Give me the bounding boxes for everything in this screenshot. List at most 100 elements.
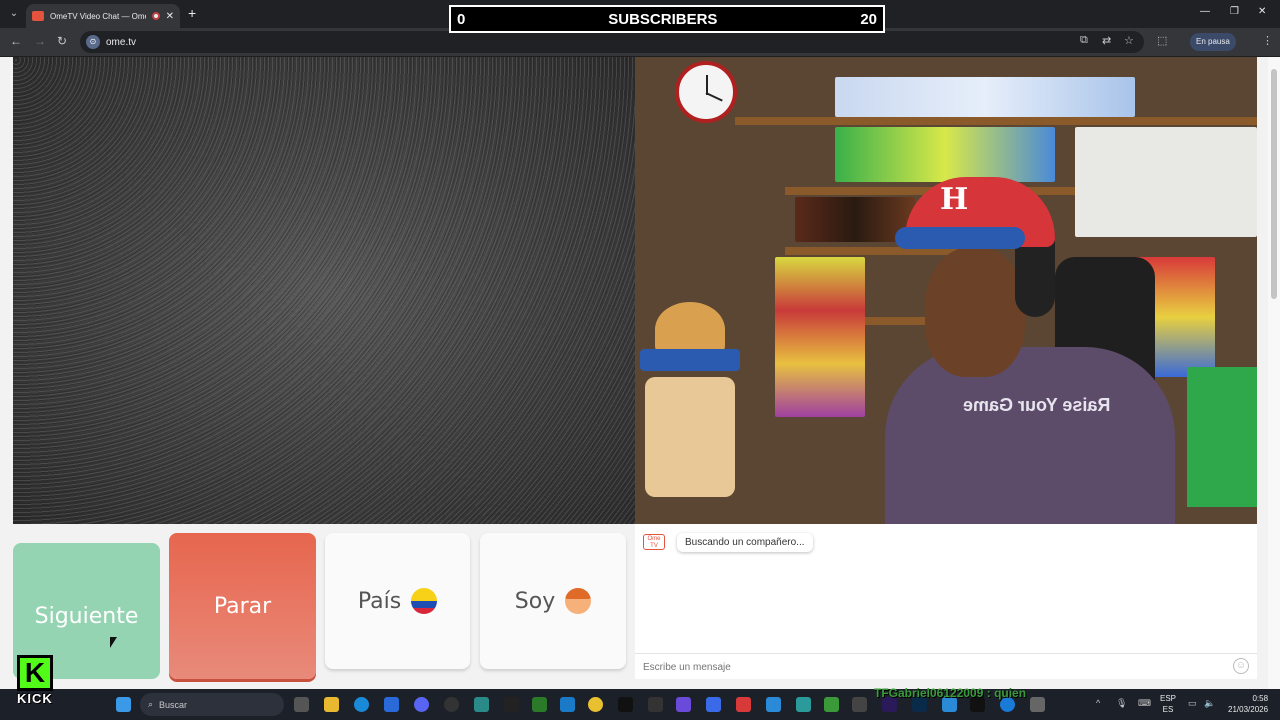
new-tab-button[interactable]: + (188, 5, 196, 21)
kick-logo: K KICK (17, 655, 59, 711)
cap-logo: H (940, 182, 969, 217)
keyboard-layout: ES (1162, 705, 1174, 714)
file-explorer-icon[interactable] (324, 697, 339, 712)
volume-icon[interactable]: 🔈 (1204, 698, 1215, 709)
kick-wordmark: KICK (17, 691, 53, 706)
microphone-icon[interactable]: 🎙 (1116, 698, 1127, 709)
discord-icon[interactable] (414, 697, 429, 712)
emoji-icon[interactable]: ☺ (1233, 658, 1249, 674)
search-icon: ⌕ (148, 699, 154, 709)
taskbar-search[interactable]: ⌕ Buscar (140, 693, 284, 716)
stop-button[interactable]: Parar (169, 533, 316, 679)
stream-chat-message: TFGabriel06122009 : quien (874, 686, 1027, 700)
country-button[interactable]: País (325, 533, 470, 669)
product-row (835, 127, 1055, 182)
recording-icon (151, 12, 160, 20)
task-view-icon[interactable] (294, 697, 309, 712)
cast-icon[interactable]: ⧉ (1080, 34, 1088, 47)
chat-panel: Ome TV Buscando un compañero... ☺ (635, 524, 1257, 679)
app-icon[interactable] (532, 697, 547, 712)
windows-taskbar: ⌕ Buscar ^ 🎙 ⌨ ESP ES ▭ 🔈 0:58 21/03/202… (0, 689, 1280, 720)
person-shirt (885, 347, 1175, 524)
gender-button[interactable]: Soy (480, 533, 626, 669)
app-icon[interactable] (796, 697, 811, 712)
message-input[interactable] (643, 658, 1213, 676)
shelf (735, 117, 1257, 125)
subscribers-label: SUBSCRIBERS (608, 10, 718, 28)
back-icon[interactable]: ← (10, 34, 22, 48)
page-scrollbar[interactable] (1268, 57, 1280, 689)
paper-rolls (1075, 127, 1257, 237)
obs-icon[interactable] (444, 697, 459, 712)
language-code: ESP (1160, 694, 1177, 703)
boy-emoji-icon (565, 588, 592, 614)
blue-tray (640, 349, 740, 371)
chat-input-bar: ☺ (635, 653, 1257, 679)
url-text: ome.tv (106, 36, 137, 48)
windows-start-icon[interactable] (116, 697, 131, 712)
taskbar-clock[interactable]: 0:58 21/03/2026 (1228, 693, 1269, 715)
language-indicator[interactable]: ESP ES (1160, 693, 1176, 715)
ometv-logo-icon: Ome TV (643, 534, 665, 550)
cookie-jar (645, 377, 735, 497)
taskbar-search-label: Buscar (159, 699, 188, 710)
subscribers-right-count: 20 (860, 10, 877, 28)
url-field[interactable]: ⊙ ome.tv (80, 31, 1144, 53)
profile-paused-button[interactable]: En pausa (1190, 33, 1236, 51)
tiktok-icon[interactable] (618, 697, 633, 712)
epic-games-icon[interactable] (504, 697, 519, 712)
app-icon[interactable] (648, 697, 663, 712)
translate-icon[interactable]: ⇄ (1102, 34, 1111, 47)
bookmark-star-icon[interactable]: ☆ (1124, 34, 1134, 47)
snack-strip (775, 257, 865, 417)
app-icon[interactable] (766, 697, 781, 712)
keyboard-icon[interactable]: ⌨ (1138, 698, 1151, 709)
kick-k-icon: K (17, 655, 53, 691)
forward-icon[interactable]: → (34, 34, 46, 48)
shirt-print: Raise Your Game (963, 395, 1111, 415)
wall-clock (675, 61, 737, 123)
self-webcam-video: Raise Your Game H (635, 57, 1257, 524)
app-icon[interactable] (706, 697, 721, 712)
partner-video-static (13, 57, 635, 524)
teams-icon[interactable] (676, 697, 691, 712)
close-window-icon[interactable]: ✕ (1258, 6, 1266, 17)
app-icon[interactable] (824, 697, 839, 712)
app-icon[interactable] (1030, 697, 1045, 712)
edge-icon[interactable] (354, 697, 369, 712)
tab-search-icon[interactable]: ⌄ (6, 6, 22, 22)
country-button-label: País (357, 588, 402, 614)
network-icon[interactable]: ▭ (1188, 698, 1197, 709)
app-icon[interactable] (736, 697, 751, 712)
reload-icon[interactable]: ↻ (57, 34, 67, 48)
clock-time: 0:58 (1252, 694, 1269, 703)
scrollbar-thumb[interactable] (1271, 69, 1277, 299)
tab-title: OmeTV Video Chat — Ome (50, 11, 146, 21)
cap-brim (895, 227, 1025, 249)
clock-date: 21/03/2026 (1228, 705, 1269, 714)
subscribers-counter: 0 SUBSCRIBERS 20 (449, 5, 885, 33)
app-icon[interactable] (474, 697, 489, 712)
video-noise (13, 57, 635, 524)
extensions-icon[interactable]: ⬚ (1157, 34, 1167, 47)
stop-button-label: Parar (213, 593, 272, 619)
store-icon[interactable] (384, 697, 399, 712)
restore-icon[interactable]: ❐ (1230, 6, 1239, 17)
next-button-label: Siguiente (34, 603, 139, 629)
gender-button-label: Soy (514, 588, 556, 614)
menu-icon[interactable]: ⋮ (1262, 34, 1273, 47)
colombia-flag-icon (411, 588, 438, 614)
site-info-icon[interactable]: ⊙ (86, 35, 100, 49)
browser-tab[interactable]: OmeTV Video Chat — Ome ✕ (26, 4, 180, 28)
app-icon[interactable] (560, 697, 575, 712)
ometv-page: Raise Your Game H Siguiente Parar País S… (0, 57, 1280, 689)
tray-chevron-icon[interactable]: ^ (1096, 698, 1100, 708)
app-icon[interactable] (852, 697, 867, 712)
minimize-icon[interactable]: — (1200, 6, 1210, 17)
product-row (835, 77, 1135, 117)
close-tab-icon[interactable]: ✕ (166, 11, 174, 22)
subscribers-left-count: 0 (457, 10, 466, 28)
chrome-icon[interactable] (588, 697, 603, 712)
ometv-favicon (32, 11, 44, 21)
status-message: Buscando un compañero... (677, 533, 813, 552)
